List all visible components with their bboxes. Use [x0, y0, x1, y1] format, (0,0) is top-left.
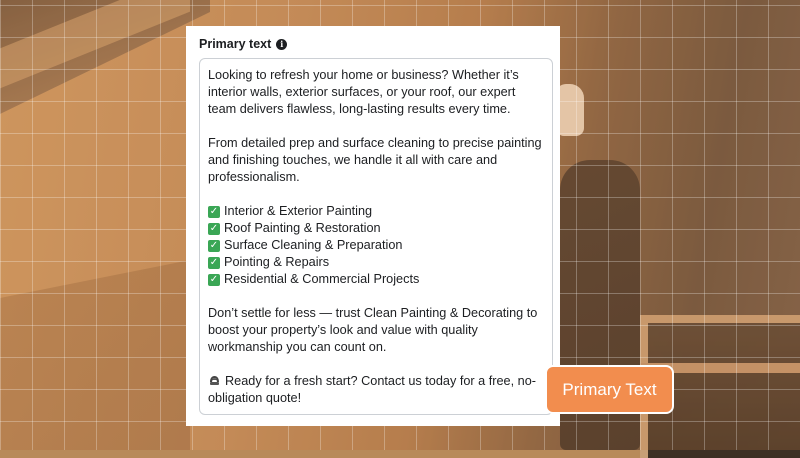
list-item: ✓ Interior & Exterior Painting	[208, 203, 544, 220]
list-item: ✓ Roof Painting & Restoration	[208, 220, 544, 237]
primary-text-badge: Primary Text	[545, 365, 674, 414]
cta-paragraph: Ready for a fresh start? Contact us toda…	[208, 373, 544, 407]
badge-label: Primary Text	[562, 379, 657, 399]
service-label: Interior & Exterior Painting	[224, 204, 373, 218]
service-label: Residential & Commercial Projects	[224, 272, 420, 286]
text-paragraph: Looking to refresh your home or business…	[208, 68, 519, 116]
text-paragraph: From detailed prep and surface cleaning …	[208, 136, 542, 184]
card-title: Primary text	[199, 37, 272, 51]
check-mark-icon: ✓	[208, 256, 220, 269]
check-mark-icon: ✓	[208, 273, 220, 286]
check-mark-icon: ✓	[208, 239, 220, 252]
service-label: Roof Painting & Restoration	[224, 221, 381, 235]
card-header: Primary text i	[199, 37, 288, 51]
primary-text-card: Primary text i Looking to refresh your h…	[186, 26, 560, 426]
list-item: ✓ Surface Cleaning & Preparation	[208, 237, 544, 254]
telephone-icon	[208, 374, 221, 386]
painter-hat	[556, 84, 584, 136]
service-label: Pointing & Repairs	[224, 255, 330, 269]
primary-text-field[interactable]: Looking to refresh your home or business…	[199, 58, 553, 415]
list-item: ✓ Pointing & Repairs	[208, 254, 544, 271]
services-list: ✓ Interior & Exterior Painting ✓ Roof Pain…	[208, 203, 544, 288]
check-mark-icon: ✓	[208, 222, 220, 235]
info-icon[interactable]: i	[276, 38, 288, 50]
text-paragraph: Don’t settle for less — trust Clean Pain…	[208, 306, 538, 354]
list-item: ✓ Residential & Commercial Projects	[208, 271, 544, 288]
cta-text: Ready for a fresh start? Contact us toda…	[208, 374, 536, 405]
service-label: Surface Cleaning & Preparation	[224, 238, 403, 252]
check-mark-icon: ✓	[208, 205, 220, 218]
